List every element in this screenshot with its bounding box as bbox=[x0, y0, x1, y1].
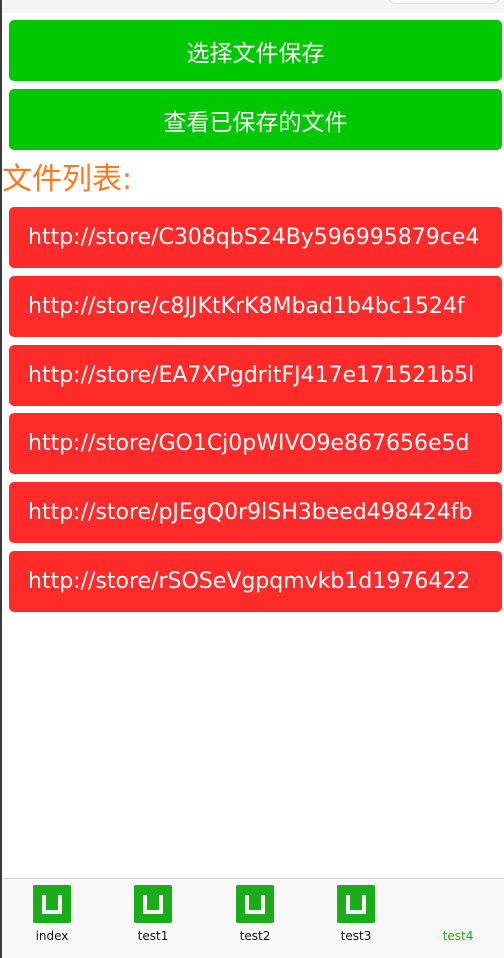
tab-label: index bbox=[35, 929, 69, 943]
tab-test2[interactable]: test2 bbox=[205, 879, 305, 958]
view-saved-files-button[interactable]: 查看已保存的文件 bbox=[9, 89, 502, 150]
tab-label: test3 bbox=[340, 929, 372, 943]
tab-test4[interactable]: test4 bbox=[408, 879, 504, 958]
select-file-save-button[interactable]: 选择文件保存 bbox=[9, 20, 502, 81]
file-list-item[interactable]: http://store/rSOSeVgpqmvkb1d1976422 bbox=[9, 551, 502, 612]
file-list-item[interactable]: http://store/c8JJKtKrK8Mbad1b4bc1524f bbox=[9, 276, 502, 337]
tab-test1[interactable]: test1 bbox=[103, 879, 203, 958]
file-list-item[interactable]: http://store/GO1Cj0pWIVO9e867656e5d bbox=[9, 413, 502, 474]
tab-test3[interactable]: test3 bbox=[306, 879, 406, 958]
top-bar bbox=[2, 0, 504, 13]
app-logo-icon bbox=[33, 885, 71, 923]
app-screen: 选择文件保存 查看已保存的文件 文件列表: http://store/C308q… bbox=[2, 0, 504, 958]
tab-label: test2 bbox=[239, 929, 271, 943]
app-logo-icon bbox=[337, 885, 375, 923]
tab-label: test4 bbox=[442, 929, 474, 943]
file-list-title: 文件列表: bbox=[2, 162, 133, 197]
file-list-item[interactable]: http://store/C308qbS24By596995879ce4 bbox=[9, 207, 502, 268]
tab-label: test1 bbox=[137, 929, 169, 943]
app-logo-icon bbox=[236, 885, 274, 923]
capsule-menu[interactable] bbox=[387, 0, 501, 4]
tab-bar: index test1 test2 test3 test4 bbox=[2, 878, 504, 958]
file-list-item[interactable]: http://store/pJEgQ0r9lSH3beed498424fb bbox=[9, 482, 502, 543]
file-list-item[interactable]: http://store/EA7XPgdritFJ417e171521b5l bbox=[9, 345, 502, 406]
tab-index[interactable]: index bbox=[2, 879, 102, 958]
app-logo-icon bbox=[134, 885, 172, 923]
